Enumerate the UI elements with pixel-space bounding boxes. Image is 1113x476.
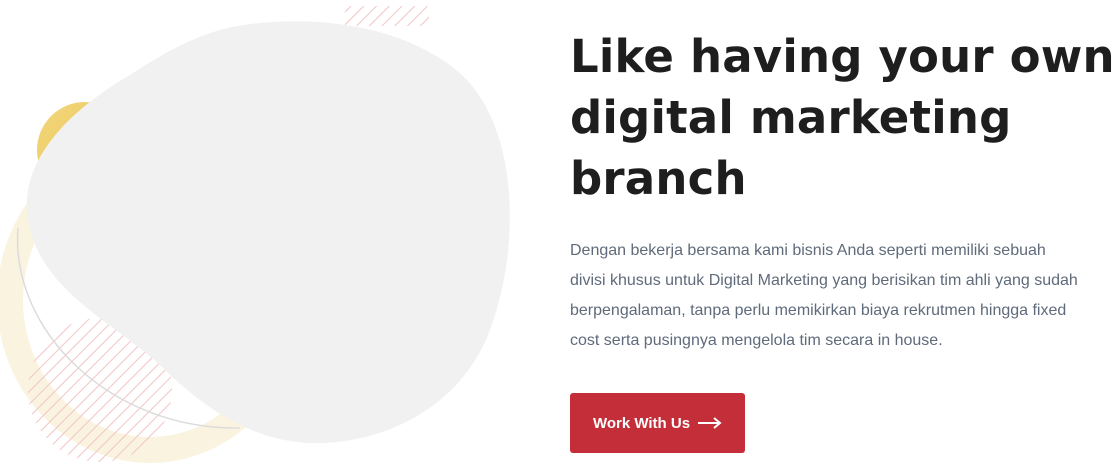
hero-description: Dengan bekerja bersama kami bisnis Anda …	[570, 236, 1113, 356]
top-stripe-accent	[345, 6, 429, 26]
cta-label: Work With Us	[592, 414, 691, 432]
arrow-right-icon	[698, 417, 722, 429]
description-line: cost serta pusingnya mengelola tim secar…	[570, 332, 943, 349]
hero-content: Like having your own digital marketing b…	[570, 26, 1113, 356]
description-line: divisi khusus untuk Digital Marketing ya…	[570, 272, 1078, 289]
headline-line: digital marketing	[570, 91, 1012, 144]
hero-headline: Like having your own digital marketing b…	[570, 26, 1113, 209]
headline-line: branch	[570, 152, 747, 205]
headline-line: Like having your own	[570, 30, 1113, 83]
hero-illustration	[0, 6, 510, 463]
description-line: berpengalaman, tanpa perlu memikirkan bi…	[570, 302, 1067, 319]
description-line: Dengan bekerja bersama kami bisnis Anda …	[570, 242, 1046, 259]
work-with-us-button[interactable]: Work With Us	[570, 393, 745, 453]
